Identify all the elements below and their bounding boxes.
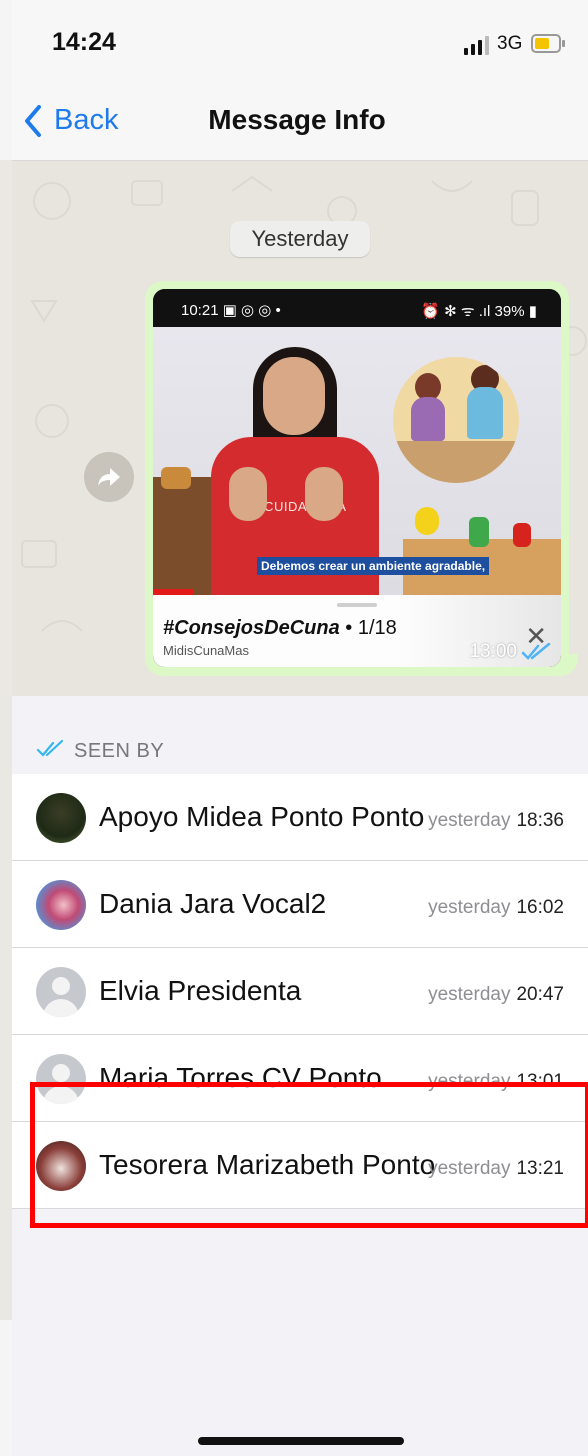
- seen-day: yesterday: [428, 1158, 511, 1179]
- seen-timestamp: yesterday 16:02: [428, 897, 564, 919]
- battery-icon: [531, 34, 565, 53]
- forward-button[interactable]: [84, 452, 134, 502]
- seen-timestamp: yesterday 20:47: [428, 984, 564, 1006]
- seen-by-label: SEEN BY: [74, 740, 165, 762]
- embedded-status-right: ⏰ ✻ ᯤ .ıl 39% ▮: [421, 303, 537, 320]
- status-bar: 14:24 3G: [12, 0, 588, 80]
- seen-timestamp: yesterday 13:01: [428, 1071, 564, 1093]
- signal-icon: [464, 36, 489, 55]
- green-toy: [469, 517, 489, 547]
- seen-day: yesterday: [428, 984, 511, 1005]
- forward-arrow-icon: [98, 468, 120, 486]
- seen-timestamp: yesterday 13:21: [428, 1158, 564, 1180]
- wooden-shelf: [153, 477, 213, 595]
- chat-background: Yesterday 10:21 ▣ ◎ ◎ • ⏰ ✻ ᯤ .ıl 39% ▮: [12, 161, 588, 697]
- family-illustration: [393, 357, 519, 483]
- default-avatar-icon: [36, 1054, 86, 1104]
- read-ticks-icon: [521, 643, 551, 660]
- seen-time: 13:01: [516, 1071, 564, 1092]
- contact-name: Tesorera Marizabeth Ponto: [99, 1149, 436, 1180]
- toy-basket: [161, 467, 191, 489]
- contact-name: Maria Torres CV Ponto: [99, 1062, 382, 1093]
- message-time: 13:00: [469, 641, 517, 662]
- avatar: [36, 793, 86, 843]
- contact-name: Elvia Presidenta: [99, 975, 302, 1006]
- presenter-face: [263, 357, 325, 435]
- link-title-hashtag: #ConsejosDeCuna: [163, 617, 340, 639]
- status-link-card[interactable]: #ConsejosDeCuna • 1/18 MidisCunaMas ✕ 13…: [153, 595, 561, 667]
- drag-handle: [337, 603, 377, 607]
- link-subtitle: MidisCunaMas: [163, 643, 249, 658]
- home-indicator: [198, 1437, 404, 1445]
- double-check-icon: [36, 740, 64, 757]
- navigation-bar: Back Message Info: [12, 80, 588, 161]
- page-title: Message Info: [208, 104, 386, 135]
- message-bubble[interactable]: 10:21 ▣ ◎ ◎ • ⏰ ✻ ᯤ .ıl 39% ▮ DRE CUIDAD…: [145, 281, 569, 676]
- default-avatar-icon: [36, 967, 86, 1017]
- seen-day: yesterday: [428, 1071, 511, 1092]
- seen-timestamp: yesterday 18:36: [428, 810, 564, 832]
- seen-by-list: Apoyo Midea Ponto Ponto yesterday 18:36 D…: [12, 774, 588, 1209]
- list-item[interactable]: Tesorera Marizabeth Ponto yesterday 13:21: [12, 1122, 588, 1209]
- presenter-left-hand: [229, 467, 267, 521]
- list-item[interactable]: Maria Torres CV Ponto yesterday 13:01: [12, 1035, 588, 1122]
- list-item[interactable]: Elvia Presidenta yesterday 20:47: [12, 948, 588, 1035]
- status-time: 14:24: [52, 28, 116, 56]
- network-type: 3G: [497, 33, 523, 54]
- contact-name: Apoyo Midea Ponto Ponto: [99, 801, 425, 832]
- phone-screen: 14:24 3G Back Message Info Yesterday 10:…: [12, 0, 588, 1456]
- embedded-status-bar: 10:21 ▣ ◎ ◎ • ⏰ ✻ ᯤ .ıl 39% ▮: [153, 289, 561, 329]
- left-edge-strip: [0, 0, 12, 1456]
- video-caption: Debemos crear un ambiente agradable,: [257, 557, 490, 575]
- seen-time: 13:21: [516, 1158, 564, 1179]
- link-title: #ConsejosDeCuna • 1/18: [163, 617, 397, 640]
- seen-day: yesterday: [428, 897, 511, 918]
- video-scene: DRE CUIDADORA Debemos crear un ambiente …: [153, 327, 561, 595]
- avatar: [36, 880, 86, 930]
- status-video-thumbnail[interactable]: 10:21 ▣ ◎ ◎ • ⏰ ✻ ᯤ .ıl 39% ▮ DRE CUIDAD…: [153, 289, 561, 667]
- avatar: [36, 1141, 86, 1191]
- list-item[interactable]: Dania Jara Vocal2 yesterday 16:02: [12, 861, 588, 948]
- date-separator: Yesterday: [230, 221, 370, 257]
- seen-day: yesterday: [428, 810, 511, 831]
- seen-time: 16:02: [516, 897, 564, 918]
- red-toy: [513, 523, 531, 547]
- seen-time: 20:47: [516, 984, 564, 1005]
- link-title-count: • 1/18: [339, 617, 397, 639]
- list-item[interactable]: Apoyo Midea Ponto Ponto yesterday 18:36: [12, 774, 588, 861]
- duck-toy: [415, 507, 439, 535]
- embedded-status-left: 10:21 ▣ ◎ ◎ •: [181, 302, 281, 319]
- seen-time: 18:36: [516, 810, 564, 831]
- contact-name: Dania Jara Vocal2: [99, 888, 327, 919]
- presenter-right-hand: [305, 467, 343, 521]
- seen-by-header: SEEN BY: [12, 696, 588, 775]
